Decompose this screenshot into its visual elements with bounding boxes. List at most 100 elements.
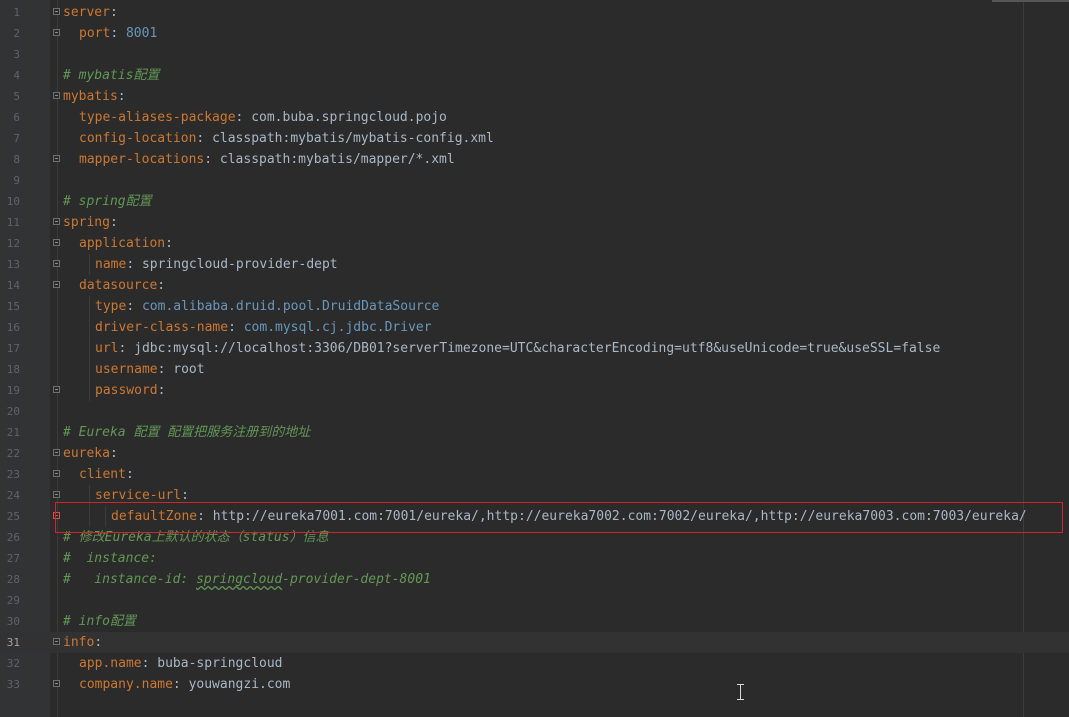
code-line[interactable]: 27 # instance: xyxy=(0,548,1069,569)
fold-toggle-icon[interactable] xyxy=(53,92,60,99)
code-line[interactable]: 14 datasource: xyxy=(0,275,1069,296)
code-line[interactable]: 30 # info配置 xyxy=(0,611,1069,632)
code-line[interactable]: 19 password: xyxy=(0,380,1069,401)
code-line[interactable]: 11 spring: xyxy=(0,212,1069,233)
fold-toggle-icon[interactable] xyxy=(53,239,60,246)
code-line[interactable]: 33 company.name: youwangzi.com xyxy=(0,674,1069,695)
yaml-colon: : xyxy=(126,257,142,272)
yaml-key: datasource xyxy=(79,278,158,293)
code-line[interactable]: 24 service-url: xyxy=(0,485,1069,506)
yaml-comment: # spring配置 xyxy=(63,194,152,209)
code-line[interactable]: 6 type-aliases-package: com.buba.springcl… xyxy=(0,107,1069,128)
code-line[interactable]: 26 # 修改Eureka上默认的状态（status）信息 xyxy=(0,527,1069,548)
line-number: 24 xyxy=(6,489,20,502)
code-text[interactable]: # info配置 xyxy=(63,611,136,632)
fold-toggle-icon[interactable] xyxy=(53,260,60,267)
code-line[interactable]: 21 # Eureka 配置 配置把服务注册到的地址 xyxy=(0,422,1069,443)
fold-toggle-icon[interactable] xyxy=(53,512,60,519)
code-line[interactable]: 13 name: springcloud-provider-dept xyxy=(0,254,1069,275)
code-line[interactable]: 8 mapper-locations: classpath:mybatis/map… xyxy=(0,149,1069,170)
fold-toggle-icon[interactable] xyxy=(53,491,60,498)
yaml-comment-tail: -provider-dept-8001 xyxy=(282,572,431,587)
yaml-colon: : xyxy=(157,362,174,377)
yaml-key: type xyxy=(95,299,127,314)
code-text[interactable]: client: xyxy=(79,464,134,485)
code-line[interactable]: 23 client: xyxy=(0,464,1069,485)
spellcheck-underlined-word: springcloud xyxy=(196,572,283,587)
code-text[interactable]: datasource: xyxy=(79,275,165,296)
code-text[interactable]: password: xyxy=(95,380,165,401)
code-text[interactable]: # spring配置 xyxy=(63,191,152,212)
code-line[interactable]: 22 eureka: xyxy=(0,443,1069,464)
code-line[interactable]: 17 url: jdbc:mysql://localhost:3306/DB01?… xyxy=(0,338,1069,359)
line-number: 12 xyxy=(6,237,20,250)
code-line[interactable]: 25 defaultZone: http://eureka7001.com:700… xyxy=(0,506,1069,527)
code-text[interactable]: type: com.alibaba.druid.pool.DruidDataSo… xyxy=(95,296,439,317)
indent-guide xyxy=(89,506,90,527)
code-text[interactable]: url: jdbc:mysql://localhost:3306/DB01?se… xyxy=(95,338,940,359)
code-text[interactable]: port: 8001 xyxy=(79,23,157,44)
code-text[interactable]: username: root xyxy=(95,359,205,380)
code-text[interactable]: # mybatis配置 xyxy=(63,65,159,86)
code-text[interactable]: application: xyxy=(79,233,173,254)
fold-toggle-icon[interactable] xyxy=(53,29,60,36)
code-text[interactable]: server: xyxy=(63,2,118,23)
code-text[interactable]: company.name: youwangzi.com xyxy=(79,674,290,695)
code-text[interactable]: # instance-id: springcloud-provider-dept… xyxy=(63,569,431,590)
indent-guide xyxy=(89,338,90,359)
code-line[interactable]: 15 type: com.alibaba.druid.pool.DruidData… xyxy=(0,296,1069,317)
code-text[interactable]: driver-class-name: com.mysql.cj.jdbc.Dri… xyxy=(95,317,432,338)
code-line[interactable]: 20 xyxy=(0,401,1069,422)
code-line[interactable]: 18 username: root xyxy=(0,359,1069,380)
fold-toggle-icon[interactable] xyxy=(53,281,60,288)
code-line[interactable]: 1 server: xyxy=(0,2,1069,23)
line-number: 6 xyxy=(13,111,20,124)
fold-toggle-icon[interactable] xyxy=(53,680,60,687)
line-number: 14 xyxy=(6,279,20,292)
code-line[interactable]: 16 driver-class-name: com.mysql.cj.jdbc.D… xyxy=(0,317,1069,338)
code-line[interactable]: 10 # spring配置 xyxy=(0,191,1069,212)
code-text[interactable]: # Eureka 配置 配置把服务注册到的地址 xyxy=(63,422,310,443)
yaml-colon: : xyxy=(117,89,126,104)
code-line[interactable]: 3 xyxy=(0,44,1069,65)
code-line[interactable]: 31 info: xyxy=(0,632,1069,653)
code-text[interactable]: defaultZone: http://eureka7001.com:7001/… xyxy=(111,506,1027,527)
code-text[interactable]: mybatis: xyxy=(63,86,126,107)
code-editor[interactable]: 1 server: 2 port: 8001 3 4 # mybatis配置 5 mybatis… xyxy=(0,0,1069,717)
line-number: 11 xyxy=(6,216,20,229)
yaml-key: spring xyxy=(63,215,110,230)
fold-toggle-icon[interactable] xyxy=(53,449,60,456)
code-line[interactable]: 28 # instance-id: springcloud-provider-de… xyxy=(0,569,1069,590)
code-line[interactable]: 29 xyxy=(0,590,1069,611)
line-number: 22 xyxy=(6,447,20,460)
code-line[interactable]: 32 app.name: buba-springcloud xyxy=(0,653,1069,674)
code-text[interactable]: spring: xyxy=(63,212,118,233)
code-line[interactable]: 5 mybatis: xyxy=(0,86,1069,107)
yaml-key: company.name xyxy=(79,677,173,692)
code-text[interactable]: type-aliases-package: com.buba.springclo… xyxy=(79,107,447,128)
yaml-colon: : xyxy=(109,5,118,20)
code-line[interactable]: 9 xyxy=(0,170,1069,191)
fold-toggle-icon[interactable] xyxy=(53,155,60,162)
code-text[interactable]: eureka: xyxy=(63,443,118,464)
yaml-key: name xyxy=(95,257,127,272)
code-text[interactable]: config-location: classpath:mybatis/mybat… xyxy=(79,128,494,149)
code-text[interactable]: service-url: xyxy=(95,485,189,506)
fold-toggle-icon[interactable] xyxy=(53,638,60,645)
fold-toggle-icon[interactable] xyxy=(53,386,60,393)
code-line[interactable]: 12 application: xyxy=(0,233,1069,254)
fold-toggle-icon[interactable] xyxy=(53,8,60,15)
code-line[interactable]: 7 config-location: classpath:mybatis/myba… xyxy=(0,128,1069,149)
code-text[interactable]: mapper-locations: classpath:mybatis/mapp… xyxy=(79,149,455,170)
yaml-value: buba-springcloud xyxy=(157,656,283,671)
code-text[interactable]: name: springcloud-provider-dept xyxy=(95,254,338,275)
yaml-key: defaultZone xyxy=(111,509,198,524)
fold-toggle-icon[interactable] xyxy=(53,218,60,225)
code-line[interactable]: 4 # mybatis配置 xyxy=(0,65,1069,86)
code-text[interactable]: # 修改Eureka上默认的状态（status）信息 xyxy=(63,527,329,548)
code-line[interactable]: 2 port: 8001 xyxy=(0,23,1069,44)
code-text[interactable]: info: xyxy=(63,632,102,653)
fold-toggle-icon[interactable] xyxy=(53,470,60,477)
code-text[interactable]: # instance: xyxy=(63,548,157,569)
code-text[interactable]: app.name: buba-springcloud xyxy=(79,653,283,674)
